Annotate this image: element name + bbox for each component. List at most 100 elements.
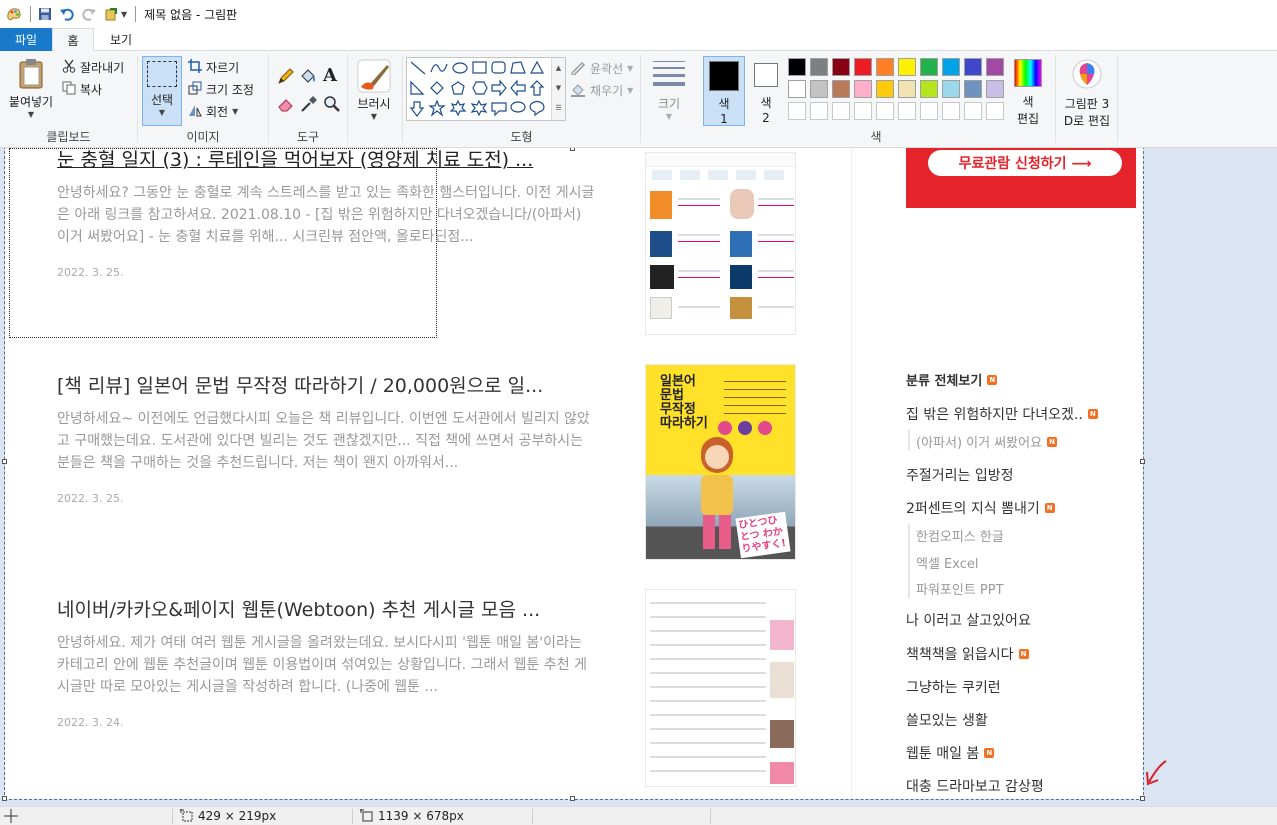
customize-qat-icon[interactable] (103, 6, 119, 22)
colors-group: 색 1 색 2 색 편집 색 (698, 51, 1054, 148)
crop-button[interactable]: 자르기 (188, 59, 239, 76)
palette-empty-swatch[interactable] (942, 102, 960, 120)
palette-swatch[interactable] (920, 58, 938, 76)
qat-dropdown-icon[interactable]: ▼ (121, 10, 127, 19)
palette-swatch[interactable] (920, 80, 938, 98)
select-dropdown-icon[interactable]: ▼ (143, 108, 181, 117)
canvas-resize-handle-right[interactable] (1140, 459, 1145, 464)
palette-swatch[interactable] (832, 58, 850, 76)
rotate-button[interactable]: 회전 ▼ (188, 103, 238, 120)
select-label: 선택 (150, 93, 174, 107)
eraser-icon[interactable] (277, 95, 295, 116)
size-dropdown-icon[interactable]: ▼ (649, 112, 689, 121)
rotate-dropdown-icon[interactable]: ▼ (232, 107, 238, 116)
resize-button[interactable]: 크기 조정 (188, 81, 254, 98)
tab-home[interactable]: 홈 (52, 28, 94, 52)
save-icon[interactable] (37, 6, 53, 22)
palette-swatch[interactable] (942, 58, 960, 76)
palette-swatch[interactable] (788, 58, 806, 76)
sidebar-category: 책책책을 읽읍시다 N (906, 644, 1029, 664)
webtoon-panel (770, 720, 794, 748)
outline-dropdown-icon[interactable]: ▼ (627, 64, 633, 73)
color1-swatch (709, 61, 739, 91)
canvas[interactable]: 눈 충혈 일지 (3) : 루테인을 먹어보자 (영양제 치료 도전) ... … (5, 148, 1143, 799)
palette-empty-swatch[interactable] (964, 102, 982, 120)
palette-empty-swatch[interactable] (788, 102, 806, 120)
paint3d-button[interactable]: 그림판 3 D로 편집 (1060, 59, 1114, 129)
palette-empty-swatch[interactable] (898, 102, 916, 120)
palette-empty-swatch[interactable] (876, 102, 894, 120)
sidebar-category-label: 2퍼센트의 지식 뽐내기 (906, 501, 1040, 517)
cut-label: 잘라내기 (80, 61, 125, 75)
paste-dropdown-icon[interactable]: ▼ (5, 110, 57, 119)
brushes-dropdown-icon[interactable]: ▼ (354, 112, 394, 121)
palette-swatch[interactable] (942, 80, 960, 98)
sidebar-category: 그냥하는 쿠키런 (906, 677, 1001, 697)
color2-button[interactable]: 색 2 (750, 61, 782, 125)
tab-file[interactable]: 파일 (0, 28, 52, 51)
palette-swatch[interactable] (898, 58, 916, 76)
brushes-label: 브러시 (357, 97, 391, 111)
canvas-resize-handle-corner[interactable] (1140, 796, 1145, 801)
shapes-scrollbar[interactable]: ▲ ▼ ☰ (551, 58, 565, 120)
palette-empty-swatch[interactable] (810, 102, 828, 120)
color-picker-icon[interactable] (300, 95, 318, 116)
tab-view[interactable]: 보기 (100, 28, 142, 51)
fill-dropdown-icon[interactable]: ▼ (627, 86, 633, 95)
undo-icon[interactable] (59, 6, 75, 22)
fill-button[interactable]: 채우기 ▼ (570, 81, 633, 100)
paste-button[interactable]: 붙여넣기 ▼ (5, 57, 57, 123)
copy-button[interactable]: 복사 (62, 81, 102, 98)
selection-size-value: 429 × 219px (198, 809, 277, 823)
size-button[interactable]: 크기 ▼ (649, 59, 689, 121)
outline-button[interactable]: 윤곽선 ▼ (570, 59, 633, 78)
ad-banner-button: 무료관람 신청하기 ⟶ (928, 150, 1122, 176)
magnifier-icon[interactable] (323, 95, 341, 116)
cut-button[interactable]: 잘라내기 (62, 59, 124, 76)
paint-app-icon (6, 6, 22, 22)
group-divider (1117, 55, 1118, 143)
palette-swatch[interactable] (854, 58, 872, 76)
redo-icon[interactable] (81, 6, 97, 22)
palette-swatch[interactable] (810, 58, 828, 76)
pencil-icon[interactable] (277, 67, 295, 88)
palette-swatch[interactable] (810, 80, 828, 98)
canvas-workspace[interactable]: 눈 충혈 일지 (3) : 루테인을 먹어보자 (영양제 치료 도전) ... … (0, 148, 1277, 806)
new-badge-icon: N (984, 748, 995, 758)
palette-empty-swatch[interactable] (854, 102, 872, 120)
color-palette (788, 58, 1008, 124)
thumbnail-text-lines (758, 193, 794, 313)
palette-empty-swatch[interactable] (920, 102, 938, 120)
palette-swatch[interactable] (876, 58, 894, 76)
sidebar-category-label: 엑셀 Excel (916, 557, 979, 572)
palette-swatch[interactable] (898, 80, 916, 98)
title-divider (135, 6, 137, 22)
select-button[interactable]: 선택 ▼ (142, 56, 182, 126)
edit-colors-button[interactable]: 색 편집 (1010, 59, 1046, 127)
paste-label: 붙여넣기 (8, 95, 54, 109)
palette-swatch[interactable] (986, 58, 1004, 76)
resize-label: 크기 조정 (206, 83, 254, 97)
palette-swatch[interactable] (854, 80, 872, 98)
clipboard-group-label: 클립보드 (46, 130, 91, 144)
palette-swatch[interactable] (986, 80, 1004, 98)
brushes-button[interactable]: 브러시 ▼ (354, 59, 394, 121)
post-date: 2022. 3. 24. (57, 716, 124, 729)
outline-label: 윤곽선 (590, 62, 624, 76)
palette-empty-swatch[interactable] (986, 102, 1004, 120)
post-date: 2022. 3. 25. (57, 492, 124, 505)
palette-empty-swatch[interactable] (832, 102, 850, 120)
palette-swatch[interactable] (876, 80, 894, 98)
palette-swatch[interactable] (964, 80, 982, 98)
palette-swatch[interactable] (964, 58, 982, 76)
color2-label: 색 (760, 96, 772, 110)
color1-button[interactable]: 색 1 (703, 56, 745, 126)
fill-bucket-icon[interactable] (299, 67, 317, 88)
text-tool-icon[interactable]: A (323, 65, 337, 86)
new-badge-icon: N (1018, 649, 1029, 659)
palette-swatch[interactable] (832, 80, 850, 98)
sidebar-category-label: 웹툰 매일 봄 (906, 746, 980, 762)
canvas-resize-handle-bottom[interactable] (570, 796, 575, 801)
red-arrow-annotation (1146, 760, 1167, 786)
palette-swatch[interactable] (788, 80, 806, 98)
